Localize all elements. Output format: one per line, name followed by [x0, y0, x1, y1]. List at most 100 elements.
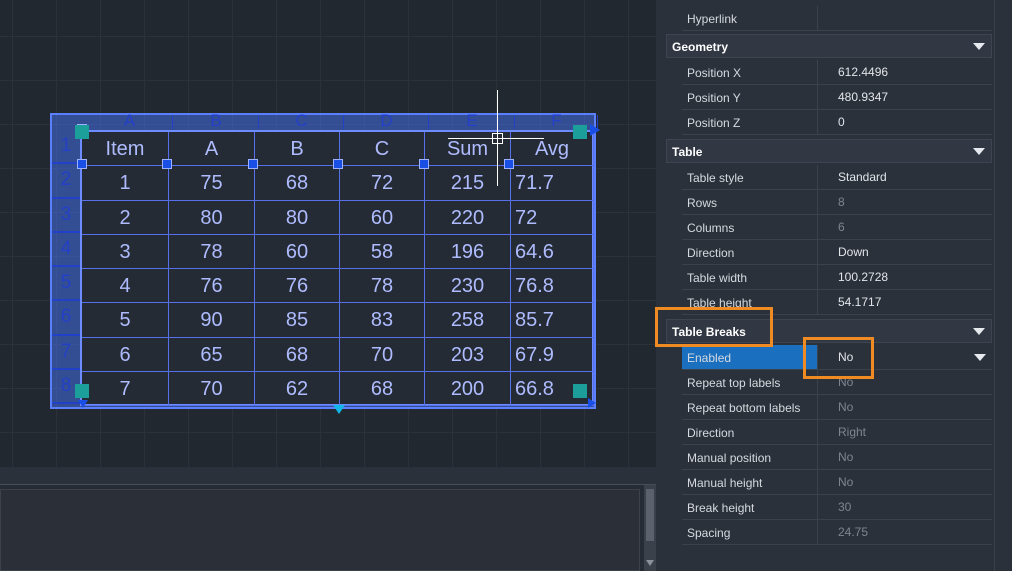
table-cell[interactable]: 76.8 — [511, 269, 594, 304]
table-cell[interactable]: 7 — [82, 371, 169, 406]
dropdown-arrow-icon[interactable] — [974, 354, 986, 361]
column-letter[interactable]: D — [344, 111, 429, 130]
property-row[interactable]: Direction Right — [682, 420, 992, 445]
property-row[interactable]: Table width 100.2728 — [682, 265, 992, 290]
table-cell[interactable]: 203 — [425, 337, 511, 372]
table-cell[interactable]: 78 — [340, 269, 425, 304]
table-cell[interactable]: 196 — [425, 234, 511, 269]
table-cell[interactable]: 5 — [82, 303, 169, 338]
column-letter[interactable]: B — [173, 111, 259, 130]
table-header-cell[interactable]: C — [340, 132, 425, 167]
property-value[interactable]: 54.1717 — [838, 295, 881, 309]
table-cell[interactable]: 60 — [255, 234, 340, 269]
collapse-arrow-icon[interactable] — [973, 148, 985, 155]
table-cell[interactable]: 70 — [340, 337, 425, 372]
property-value[interactable]: 0 — [838, 115, 845, 129]
panel-scrollbar[interactable] — [994, 0, 1012, 571]
grip-icon[interactable] — [77, 159, 87, 169]
table-cell[interactable]: 72 — [511, 200, 594, 235]
command-history[interactable] — [0, 489, 640, 571]
table-cell[interactable]: 80 — [169, 200, 255, 235]
table-header-cell[interactable]: A — [169, 132, 255, 167]
row-number[interactable]: 7 — [52, 336, 80, 370]
property-row[interactable]: Spacing 24.75 — [682, 520, 992, 545]
table-cell[interactable]: 68 — [255, 337, 340, 372]
corner-grip-icon[interactable] — [75, 384, 89, 398]
scroll-down-icon[interactable] — [646, 560, 654, 566]
canvas-divider[interactable] — [0, 467, 656, 484]
table-cell[interactable]: 220 — [425, 200, 511, 235]
grip-icon[interactable] — [248, 159, 258, 169]
section-geometry[interactable]: Geometry — [666, 34, 992, 58]
drawing-canvas[interactable]: ABCDEF 12345678 Item 1 2 3 4 5 6 7 A 75 80 78 76 90 65… — [0, 0, 656, 467]
scrollbar-thumb[interactable] — [646, 489, 654, 541]
collapse-arrow-icon[interactable] — [973, 43, 985, 50]
property-row[interactable]: Position X 612.4496 — [682, 60, 992, 85]
table-header-cell[interactable]: B — [255, 132, 340, 167]
table-cell[interactable]: 200 — [425, 371, 511, 406]
table-cell[interactable]: 1 — [82, 166, 169, 201]
row-number[interactable]: 5 — [52, 267, 80, 302]
column-letter[interactable]: A — [86, 111, 173, 130]
property-row[interactable]: Table style Standard — [682, 165, 992, 190]
grip-icon[interactable] — [504, 159, 514, 169]
table-cell[interactable]: 80 — [255, 200, 340, 235]
table-cell[interactable]: 60 — [340, 200, 425, 235]
column-width-arrow-icon[interactable] — [590, 124, 600, 136]
grip-icon[interactable] — [419, 159, 429, 169]
table-cell[interactable]: 4 — [82, 269, 169, 304]
table-cell[interactable]: 258 — [425, 303, 511, 338]
break-down-arrow-icon[interactable] — [78, 400, 88, 408]
row-number[interactable]: 2 — [52, 164, 80, 199]
command-scrollbar[interactable] — [644, 485, 656, 571]
property-row[interactable]: Repeat bottom labels No — [682, 395, 992, 420]
command-line-area[interactable] — [0, 484, 656, 571]
table-cell[interactable]: 68 — [340, 371, 425, 406]
table-cell[interactable]: 64.6 — [511, 234, 594, 269]
property-value[interactable]: 480.9347 — [838, 90, 888, 104]
table-cell[interactable]: 76 — [255, 269, 340, 304]
column-letter[interactable]: C — [259, 111, 344, 130]
property-value[interactable]: 100.2728 — [838, 270, 888, 284]
table-cell[interactable]: 75 — [169, 166, 255, 201]
property-row[interactable]: Manual height No — [682, 470, 992, 495]
corner-grip-icon[interactable] — [573, 125, 587, 139]
table-cell[interactable]: 83 — [340, 303, 425, 338]
property-row-hyperlink[interactable]: Hyperlink — [682, 6, 992, 31]
break-corner-arrow-icon[interactable] — [588, 398, 596, 408]
table-cell[interactable]: 76 — [169, 269, 255, 304]
property-row[interactable]: Position Y 480.9347 — [682, 85, 992, 110]
table-cell[interactable]: 62 — [255, 371, 340, 406]
table-cell[interactable]: 58 — [340, 234, 425, 269]
table-cell[interactable]: 78 — [169, 234, 255, 269]
row-number[interactable]: 6 — [52, 301, 80, 336]
table-cell[interactable]: 68 — [255, 166, 340, 201]
property-value[interactable]: Down — [838, 245, 869, 259]
table-cell[interactable]: 85 — [255, 303, 340, 338]
property-value[interactable]: 612.4496 — [838, 65, 888, 79]
table-cell[interactable]: 71.7 — [511, 166, 594, 201]
table-height-arrow-icon[interactable] — [333, 405, 345, 414]
table-cell[interactable]: 72 — [340, 166, 425, 201]
table-cell[interactable]: 90 — [169, 303, 255, 338]
row-number[interactable]: 4 — [52, 233, 80, 267]
collapse-arrow-icon[interactable] — [973, 328, 985, 335]
table-cell[interactable]: 70 — [169, 371, 255, 406]
section-table[interactable]: Table — [666, 139, 992, 163]
property-value[interactable]: Standard — [838, 170, 887, 184]
table-cell[interactable]: 67.9 — [511, 337, 594, 372]
property-row[interactable]: Direction Down — [682, 240, 992, 265]
table-cell[interactable]: 85.7 — [511, 303, 594, 338]
property-row[interactable]: Break height 30 — [682, 495, 992, 520]
table-cell[interactable]: 2 — [82, 200, 169, 235]
table-cell[interactable]: 230 — [425, 269, 511, 304]
row-number[interactable]: 3 — [52, 199, 80, 233]
table-cell[interactable]: 3 — [82, 234, 169, 269]
table-header-cell[interactable]: Item — [82, 132, 169, 167]
table-cell[interactable]: 215 — [425, 166, 511, 201]
property-row[interactable]: Manual position No — [682, 445, 992, 470]
corner-grip-icon[interactable] — [573, 384, 587, 398]
table-cell[interactable]: 6 — [82, 337, 169, 372]
property-row[interactable]: Columns 6 — [682, 215, 992, 240]
corner-grip-icon[interactable] — [75, 125, 89, 139]
